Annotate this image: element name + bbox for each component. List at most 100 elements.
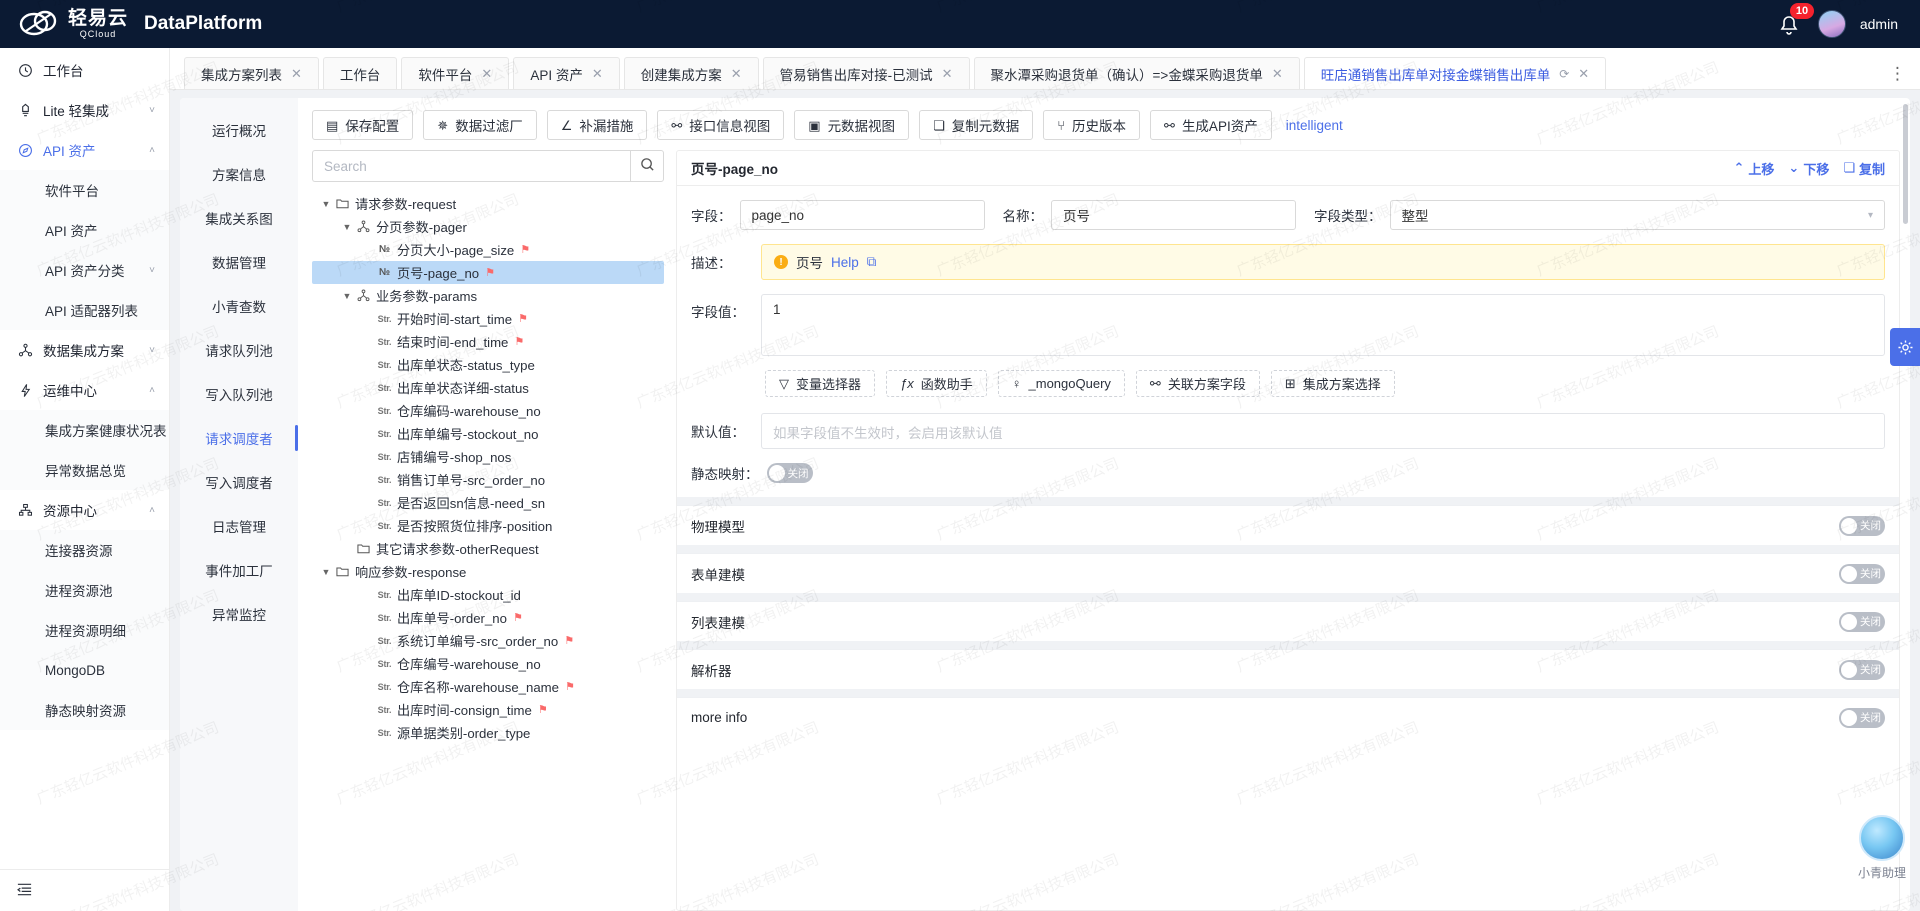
tab-api-asset[interactable]: API 资产 ✕ (513, 57, 620, 89)
tree-node[interactable]: Str. 出库单编号-stockout_no (312, 422, 664, 445)
tree-node[interactable]: Str. 销售订单号-src_order_no (312, 468, 664, 491)
tree-node[interactable]: Str. 仓库编号-warehouse_no (312, 652, 664, 675)
nav-log-management[interactable]: 日志管理 (180, 504, 298, 548)
sidebar-item-api-adapter-list[interactable]: API 适配器列表 (0, 290, 169, 330)
tree-node[interactable]: № 分页大小-page_size ⚑ (312, 238, 664, 261)
expand-arrow-icon[interactable]: ▼ (318, 199, 334, 209)
save-config-button[interactable]: ▤ 保存配置 (312, 110, 414, 140)
tree-node[interactable]: Str. 店铺编号-shop_nos (312, 445, 664, 468)
variable-selector-button[interactable]: ▽ 变量选择器 (765, 370, 876, 397)
close-icon[interactable]: ✕ (1578, 66, 1589, 82)
move-down-button[interactable]: ⌄ 下移 (1788, 159, 1829, 178)
section-toggle[interactable]: 关闭 (1839, 611, 1885, 632)
close-icon[interactable]: ✕ (731, 66, 742, 82)
sidebar-item-process-detail[interactable]: 进程资源明细 (0, 610, 169, 650)
avatar[interactable] (1817, 10, 1846, 38)
field-input[interactable]: page_no (739, 200, 985, 230)
nav-data-management[interactable]: 数据管理 (180, 240, 298, 284)
parameter-tree[interactable]: ▼ 请求参数-request ▼ 分页参数-pager № 分页大小-page_size ⚑… (312, 190, 664, 911)
sidebar-item-data-integration[interactable]: 数据集成方案 ˅ (0, 330, 169, 370)
nav-xiaoqing-query[interactable]: 小青查数 (180, 284, 298, 328)
tree-node[interactable]: Str. 系统订单编号-src_order_no ⚑ (312, 629, 664, 652)
tab-more-icon[interactable]: ⋮ (1889, 65, 1906, 82)
tree-node[interactable]: Str. 出库单状态-status_type (312, 353, 664, 376)
search-input[interactable] (312, 150, 630, 182)
patch-measures-button[interactable]: ∠ 补漏措施 (546, 110, 648, 140)
nav-request-queue-pool[interactable]: 请求队列池 (180, 328, 298, 372)
tree-node[interactable]: Str. 是否返回sn信息-need_sn (312, 491, 664, 514)
section-toggle[interactable]: 关闭 (1839, 659, 1885, 680)
sidebar-item-process-pool[interactable]: 进程资源池 (0, 570, 169, 610)
tree-node[interactable]: 其它请求参数-otherRequest (312, 537, 664, 560)
nav-relation-graph[interactable]: 集成关系图 (180, 196, 298, 240)
notifications-button[interactable]: 10 (1778, 3, 1815, 37)
assistant-widget[interactable]: 小青助理 (1858, 815, 1906, 881)
default-value-input[interactable]: 如果字段值不生效时，会启用该默认值 (761, 413, 1885, 449)
nav-event-factory[interactable]: 事件加工厂 (180, 548, 298, 592)
nav-scheme-info[interactable]: 方案信息 (180, 152, 298, 196)
section-toggle[interactable]: 关闭 (1839, 563, 1885, 584)
related-scheme-field-button[interactable]: ⚯ 关联方案字段 (1135, 370, 1260, 397)
search-button[interactable] (630, 150, 664, 182)
section-list-modeling[interactable]: 列表建模 关闭 (677, 601, 1899, 641)
nav-request-scheduler[interactable]: 请求调度者 (180, 416, 298, 460)
field-type-select[interactable]: 整型 ▾ (1389, 200, 1885, 230)
function-helper-button[interactable]: ƒx 函数助手 (886, 370, 987, 397)
field-value-textarea[interactable]: 1 (761, 294, 1885, 356)
section-toggle[interactable]: 关闭 (1839, 515, 1885, 536)
tree-node[interactable]: Str. 源单据类别-order_type (312, 721, 664, 744)
nav-run-overview[interactable]: 运行概况 (180, 108, 298, 152)
copy-field-button[interactable]: ❏ 复制 (1843, 159, 1885, 178)
close-icon[interactable]: ✕ (1272, 66, 1283, 82)
expand-arrow-icon[interactable]: ▼ (339, 291, 355, 301)
tree-node[interactable]: Str. 出库单状态详细-status (312, 376, 664, 399)
sidebar-item-api-category[interactable]: API 资产分类 ˅ (0, 250, 169, 290)
help-link[interactable]: Help (831, 255, 859, 270)
close-icon[interactable]: ✕ (291, 66, 302, 82)
section-more-info[interactable]: more info 关闭 (677, 697, 1899, 737)
sidebar-item-ops-center[interactable]: 运维中心 ˄ (0, 370, 169, 410)
sidebar-item-api-asset[interactable]: API 资产 (0, 210, 169, 250)
brand[interactable]: 轻易云 QCloud DataPlatform (0, 7, 262, 41)
tab-jushuitan-return[interactable]: 聚水潭采购退货单（确认）=>金蝶采购退货单 ✕ (973, 57, 1300, 89)
sidebar-item-lite[interactable]: Lite 轻集成 ˅ (0, 90, 169, 130)
close-icon[interactable]: ✕ (942, 66, 953, 82)
section-physical-model[interactable]: 物理模型 关闭 (677, 505, 1899, 545)
nav-write-scheduler[interactable]: 写入调度者 (180, 460, 298, 504)
tree-node[interactable]: Str. 出库单ID-stockout_id (312, 583, 664, 606)
generate-api-asset-button[interactable]: ⚯ 生成API资产 (1150, 110, 1272, 140)
metadata-view-button[interactable]: ▣ 元数据视图 (794, 110, 910, 140)
tree-node[interactable]: Str. 出库单号-order_no ⚑ (312, 606, 664, 629)
history-version-button[interactable]: ⑂ 历史版本 (1043, 110, 1141, 140)
tree-node[interactable]: ▼ 响应参数-response (312, 560, 664, 583)
tab-guanyi-stockout[interactable]: 管易销售出库对接-已测试 ✕ (762, 57, 970, 89)
sidebar-item-software-platform[interactable]: 软件平台 (0, 170, 169, 210)
sidebar-item-static-mapping[interactable]: 静态映射资源 (0, 690, 169, 730)
settings-gear-button[interactable] (1890, 328, 1920, 366)
tree-node[interactable]: ▼ 分页参数-pager (312, 215, 664, 238)
tab-software-platform[interactable]: 软件平台 ✕ (401, 57, 510, 89)
interface-info-view-button[interactable]: ⚯ 接口信息视图 (657, 110, 785, 140)
section-form-modeling[interactable]: 表单建模 关闭 (677, 553, 1899, 593)
refresh-icon[interactable]: ⟳ (1559, 67, 1569, 81)
tree-node[interactable]: Str. 开始时间-start_time ⚑ (312, 307, 664, 330)
tree-node[interactable]: Str. 是否按照货位排序-position (312, 514, 664, 537)
external-link-icon[interactable]: ⧉ (867, 254, 877, 270)
sidebar-item-mongodb[interactable]: MongoDB (0, 650, 169, 690)
name-input[interactable]: 页号 (1051, 200, 1296, 230)
tree-node[interactable]: № 页号-page_no ⚑ (312, 261, 664, 284)
section-toggle[interactable]: 关闭 (1839, 707, 1885, 728)
sidebar-item-api-assets[interactable]: API 资产 ˄ (0, 130, 169, 170)
tree-node[interactable]: ▼ 请求参数-request (312, 192, 664, 215)
tab-create-integration[interactable]: 创建集成方案 ✕ (623, 57, 759, 89)
nav-write-queue-pool[interactable]: 写入队列池 (180, 372, 298, 416)
intelligent-link[interactable]: intelligent (1286, 118, 1343, 133)
sidebar-item-connector-resource[interactable]: 连接器资源 (0, 530, 169, 570)
scheme-select-button[interactable]: ⊞ 集成方案选择 (1270, 370, 1395, 397)
move-up-button[interactable]: ⌃ 上移 (1733, 159, 1774, 178)
close-icon[interactable]: ✕ (481, 66, 492, 82)
tree-node[interactable]: Str. 仓库名称-warehouse_name ⚑ (312, 675, 664, 698)
tab-integration-list[interactable]: 集成方案列表 ✕ (184, 57, 319, 89)
nav-exception-monitor[interactable]: 异常监控 (180, 592, 298, 636)
close-icon[interactable]: ✕ (592, 66, 603, 82)
